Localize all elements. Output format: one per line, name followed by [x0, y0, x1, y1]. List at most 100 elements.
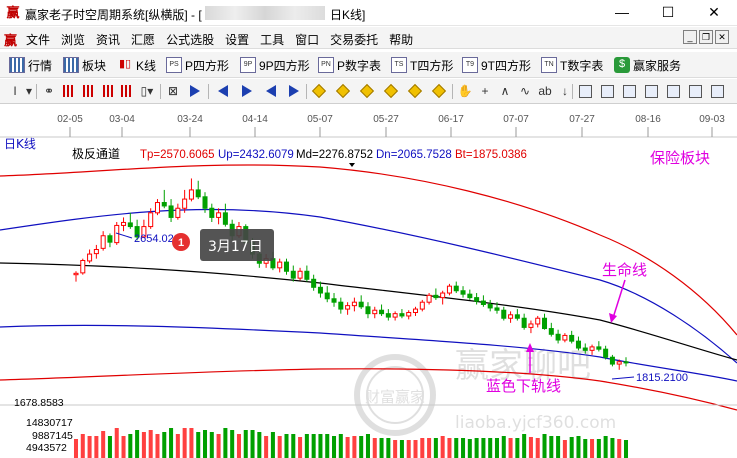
menu-info[interactable]: 资讯 — [96, 31, 120, 48]
volume-bar — [80, 434, 85, 458]
volume-bar — [182, 428, 187, 458]
kline-chart[interactable]: 02-05 03-04 03-24 04-14 05-07 05-27 06-17 07-07… — [0, 105, 737, 458]
candle-body — [385, 313, 391, 318]
toolbar-sector-button[interactable]: 板块 — [63, 56, 106, 74]
abc-tool-icon[interactable]: ab — [536, 82, 554, 100]
md-value: Md=2276.8752 — [296, 149, 373, 161]
first-page-icon[interactable] — [214, 82, 232, 100]
menu-window[interactable]: 窗口 — [295, 31, 319, 48]
bars-icon[interactable] — [60, 82, 78, 100]
print-icon[interactable] — [642, 82, 660, 100]
candle-icon[interactable] — [100, 82, 118, 100]
volume-bar — [603, 436, 608, 458]
volume-bar — [284, 434, 289, 458]
volume-bar — [257, 432, 262, 458]
diamond-tool-icon-2[interactable] — [334, 82, 352, 100]
menu-formula[interactable]: 公式选股 — [166, 31, 214, 48]
dn-value: Dn=2065.7528 — [376, 149, 452, 161]
maximize-button[interactable]: ☐ — [645, 0, 691, 26]
candle-body — [345, 305, 351, 310]
line-tool-icon[interactable]: ∧ — [496, 82, 514, 100]
toolbar-quote-button[interactable]: 行情 — [9, 56, 52, 74]
diamond-tool-icon-3[interactable] — [358, 82, 376, 100]
next-icon[interactable] — [285, 82, 303, 100]
toolbar-p-square-button[interactable]: PS P四方形 — [166, 56, 229, 74]
candle-body — [487, 303, 493, 309]
candle-body — [222, 212, 228, 225]
volume-bar — [474, 438, 479, 458]
menu-tools[interactable]: 工具 — [260, 31, 284, 48]
volume-bar — [427, 438, 432, 458]
candle-body — [331, 298, 337, 303]
volume-bar — [101, 431, 106, 458]
toolbar-9t-square-button[interactable]: T9 9T四方形 — [462, 56, 531, 74]
diamond-tool-icon-4[interactable] — [382, 82, 400, 100]
candles — [73, 178, 629, 370]
link-icon[interactable]: ⚭ — [40, 82, 58, 100]
candle-body — [569, 334, 575, 342]
menu-help[interactable]: 帮助 — [389, 31, 413, 48]
menu-file[interactable]: 文件 — [26, 31, 50, 48]
menu-bar: 赢 文件 浏览 资讯 汇愿 公式选股 设置 工具 窗口 交易委托 帮助 — [0, 27, 737, 49]
date-label: 06-17 — [438, 114, 464, 125]
toolbar-kline-button[interactable]: ▮▯ K线 — [117, 56, 156, 74]
calendar-icon[interactable] — [576, 82, 594, 100]
candle-bars-icon[interactable] — [80, 82, 98, 100]
volume-bar — [488, 438, 493, 458]
cross-cursor-icon[interactable]: ⊠ — [164, 82, 182, 100]
volume-bar — [481, 438, 486, 458]
minimize-button[interactable]: — — [599, 0, 645, 26]
crosshair-icon[interactable]: + — [476, 82, 494, 100]
candle-body — [311, 278, 317, 288]
diamond-tool-icon-6[interactable] — [430, 82, 448, 100]
toolbar-p-number-button[interactable]: PN P数字表 — [318, 56, 381, 74]
mdi-close-button[interactable]: ✕ — [715, 30, 729, 44]
volume-bar — [515, 438, 520, 458]
candle-body — [521, 317, 527, 328]
kline-chart-canvas[interactable]: 02-05 03-04 03-24 04-14 05-07 05-27 06-17 07-07… — [0, 105, 737, 458]
truck-icon[interactable] — [664, 82, 682, 100]
table-icon[interactable] — [620, 82, 638, 100]
p-number-table-icon: PN — [318, 57, 334, 73]
candle-body — [528, 323, 534, 328]
volume-bar — [461, 438, 466, 458]
last-page-icon[interactable] — [238, 82, 256, 100]
volume-bar — [196, 432, 201, 458]
volume-bar — [94, 436, 99, 458]
candle-body — [107, 235, 113, 243]
menu-browse[interactable]: 浏览 — [61, 31, 85, 48]
candle-body — [575, 340, 581, 349]
diamond-tool-icon-1[interactable] — [310, 82, 328, 100]
menu-trade[interactable]: 交易委托 — [330, 31, 378, 48]
kline-style-icon[interactable] — [118, 82, 136, 100]
diamond-tool-icon-5[interactable] — [406, 82, 424, 100]
date-label: 09-03 — [699, 114, 725, 125]
9t-square-icon: T9 — [462, 57, 478, 73]
candle-body — [277, 261, 283, 269]
prev-icon[interactable] — [262, 82, 280, 100]
menu-huiyuan[interactable]: 汇愿 — [131, 31, 155, 48]
lower-rail-annotation: 蓝色下轨线 — [486, 377, 561, 395]
mdi-minimize-button[interactable]: _ — [683, 30, 697, 44]
main-toolbar: 行情 板块 ▮▯ K线 PS P四方形 9P 9P四方形 PN P数字表 TS T四方形 … — [0, 52, 737, 78]
mdi-restore-button[interactable]: ❐ — [699, 30, 713, 44]
volume-bar — [576, 436, 581, 458]
settings-icon[interactable] — [708, 82, 726, 100]
candle-select-icon[interactable]: ▯▾ — [138, 82, 156, 100]
hand-icon[interactable]: ✋ — [456, 82, 474, 100]
toolbar-service-button[interactable]: $ 赢家服务 — [614, 56, 681, 74]
toolbar-t-square-button[interactable]: TS T四方形 — [391, 56, 453, 74]
export-icon[interactable] — [686, 82, 704, 100]
p-square-icon: PS — [166, 57, 182, 73]
close-button[interactable]: ✕ — [691, 0, 737, 26]
flag-icon[interactable] — [186, 82, 204, 100]
candle-body — [467, 293, 473, 299]
t-square-icon: TS — [391, 57, 407, 73]
candle-body — [304, 270, 310, 280]
toolbar-9p-square-button[interactable]: 9P 9P四方形 — [240, 56, 310, 74]
toolbar-t-number-button[interactable]: TN T数字表 — [541, 56, 603, 74]
calculator-icon[interactable] — [598, 82, 616, 100]
wave-tool-icon[interactable]: ∿ — [516, 82, 534, 100]
menu-settings[interactable]: 设置 — [225, 31, 249, 48]
volume-label-2: 9887145 — [32, 430, 73, 442]
